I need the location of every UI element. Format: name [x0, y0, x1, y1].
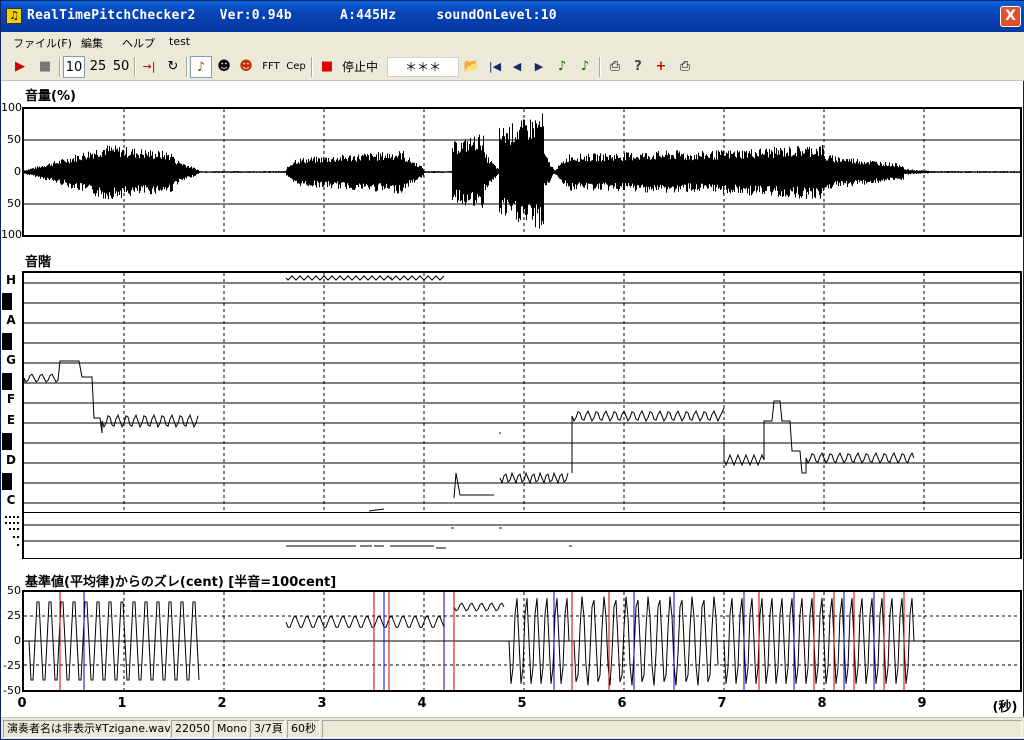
pitch-trace [24, 275, 915, 512]
status-page: 3/7頁 [250, 720, 285, 738]
volume-ytick: 50 [7, 197, 21, 210]
person-icon[interactable]: ☻ [214, 56, 234, 78]
menu-bar: ファイル(F) 編集 ヘルプ test [1, 32, 1024, 53]
pitch-overview-strip [6, 513, 1022, 559]
note-label-a: A [6, 313, 16, 327]
loop-button[interactable]: ↻ [162, 56, 184, 78]
fft-button[interactable]: FFT [259, 56, 283, 78]
time-tick: 7 [717, 696, 727, 711]
status-bar: 演奏者名は非表示¥Tzigane.wav 22050 Mono 3/7頁 60秒 [1, 717, 1024, 739]
volume-ytick: 100 [1, 101, 22, 114]
menu-test[interactable]: test [169, 35, 190, 48]
volume-ytick: 50 [7, 133, 21, 146]
status-empty [322, 720, 1022, 738]
time-tick: 0 [17, 696, 27, 711]
toolbar-separator [59, 57, 61, 77]
cent-ytick: 0 [14, 634, 21, 647]
black-key [2, 473, 12, 490]
play-button[interactable]: ▶ [10, 56, 30, 78]
volume-ytick: 0 [14, 165, 21, 178]
volume-title: 音量(%) [25, 89, 76, 104]
note-label-e: E [6, 413, 16, 427]
jump-end-button[interactable]: →| [138, 56, 160, 78]
time-tick: 8 [817, 696, 827, 711]
title-bar[interactable]: ♫ RealTimePitchChecker2 Ver:0.94b A:445H… [1, 1, 1024, 32]
time-unit: (秒) [992, 700, 1018, 715]
cep-button[interactable]: Cep [284, 56, 308, 78]
prev-button[interactable]: ◀ [507, 56, 527, 78]
toolbar-separator [134, 57, 136, 77]
volume-plot[interactable] [22, 107, 1022, 237]
stop-button[interactable]: ■ [34, 56, 56, 78]
menu-help[interactable]: ヘルプ [122, 35, 155, 51]
menu-file[interactable]: ファイル(F) [13, 35, 72, 51]
waveform-svg [24, 109, 1020, 235]
time-tick: 4 [417, 696, 427, 711]
first-button[interactable]: |◀ [485, 56, 505, 78]
black-key [2, 293, 12, 310]
zoom-10-button[interactable]: 10 [63, 56, 85, 78]
cent-ytick: -25 [3, 659, 21, 672]
time-tick: 3 [317, 696, 327, 711]
cent-svg [24, 592, 1020, 690]
open-folder-icon[interactable]: 📂 [461, 56, 483, 78]
note-label-f: F [6, 392, 16, 406]
time-tick: 5 [517, 696, 527, 711]
black-key [2, 333, 12, 350]
volume-waveform [24, 113, 1020, 229]
note-green-icon[interactable]: ♪ [552, 56, 572, 78]
note-green-icon-2[interactable]: ♪ [575, 56, 595, 78]
crosshair-icon[interactable]: + [651, 56, 671, 78]
note-label-d: D [6, 453, 16, 467]
status-rate: 22050 [171, 720, 211, 738]
menu-edit[interactable]: 編集 [81, 35, 103, 51]
overview-labels [3, 514, 22, 554]
time-tick: 6 [617, 696, 627, 711]
status-channels: Mono [213, 720, 248, 738]
zoom-25-button[interactable]: 25 [87, 56, 109, 78]
print-icon[interactable]: ⎙ [604, 56, 626, 78]
toolbar-separator [311, 57, 313, 77]
window-title: RealTimePitchChecker2 Ver:0.94b A:445Hz … [27, 8, 557, 23]
cent-ytick: 50 [7, 584, 21, 597]
cent-plot[interactable] [22, 590, 1022, 692]
record-button[interactable]: ■ [317, 56, 337, 78]
note-display: ＊＊＊ [387, 57, 459, 77]
status-file: 演奏者名は非表示¥Tzigane.wav [3, 720, 171, 738]
toolbar-separator [599, 57, 601, 77]
violin-icon[interactable]: ♪ [190, 56, 212, 78]
cent-ytick: 25 [7, 609, 21, 622]
cent-title: 基準値(平均律)からのズレ(cent) [半音=100cent] [25, 575, 337, 590]
black-key [2, 373, 12, 390]
status-length: 60秒 [287, 720, 320, 738]
app-window: ♫ RealTimePitchChecker2 Ver:0.94b A:445H… [0, 0, 1024, 740]
volume-ytick: 100 [1, 228, 22, 241]
zoom-50-button[interactable]: 50 [110, 56, 132, 78]
help-icon[interactable]: ? [628, 56, 648, 78]
black-key [2, 433, 12, 450]
note-label-g: G [6, 353, 16, 367]
note-label-h: H [5, 273, 17, 287]
print-icon-2[interactable]: ⎙ [674, 56, 696, 78]
toolbar-separator [186, 57, 188, 77]
note-label-c: C [6, 493, 16, 507]
pitch-plot[interactable] [22, 271, 1022, 513]
time-tick: 9 [917, 696, 927, 711]
time-tick: 1 [117, 696, 127, 711]
person-red-icon[interactable]: ☻ [236, 56, 256, 78]
close-button[interactable]: X [1000, 6, 1021, 27]
toolbar: ▶ ■ 10 25 50 →| ↻ ♪ ☻ ☻ FFT Cep ■ 停止中 ＊＊… [1, 53, 1024, 81]
pitch-svg [24, 273, 1020, 512]
state-label: 停止中 [341, 60, 378, 74]
next-button[interactable]: ▶ [529, 56, 549, 78]
tuning-fork-icon: ♫ [6, 8, 22, 24]
time-tick: 2 [217, 696, 227, 711]
pitch-title: 音階 [25, 255, 52, 270]
